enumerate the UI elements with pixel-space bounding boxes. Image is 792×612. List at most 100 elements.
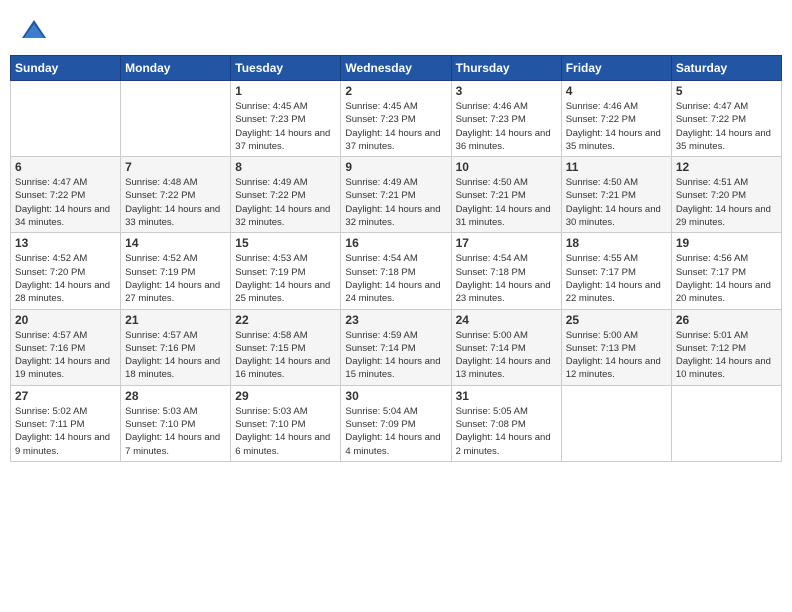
calendar-cell: 23 Sunrise: 4:59 AMSunset: 7:14 PMDayligh… [341, 309, 451, 385]
calendar-week-row: 20 Sunrise: 4:57 AMSunset: 7:16 PMDayligh… [11, 309, 782, 385]
calendar-cell: 20 Sunrise: 4:57 AMSunset: 7:16 PMDayligh… [11, 309, 121, 385]
day-info: Sunrise: 4:46 AMSunset: 7:22 PMDaylight:… [566, 100, 667, 153]
calendar-weekday-friday: Friday [561, 56, 671, 81]
day-number: 30 [345, 389, 446, 403]
calendar-cell: 22 Sunrise: 4:58 AMSunset: 7:15 PMDayligh… [231, 309, 341, 385]
day-number: 12 [676, 160, 777, 174]
day-number: 6 [15, 160, 116, 174]
day-number: 21 [125, 313, 226, 327]
day-number: 25 [566, 313, 667, 327]
day-number: 8 [235, 160, 336, 174]
day-number: 16 [345, 236, 446, 250]
day-number: 10 [456, 160, 557, 174]
day-info: Sunrise: 5:00 AMSunset: 7:14 PMDaylight:… [456, 329, 557, 382]
calendar-weekday-monday: Monday [121, 56, 231, 81]
day-number: 26 [676, 313, 777, 327]
day-info: Sunrise: 4:50 AMSunset: 7:21 PMDaylight:… [566, 176, 667, 229]
calendar-cell: 14 Sunrise: 4:52 AMSunset: 7:19 PMDayligh… [121, 233, 231, 309]
day-info: Sunrise: 5:00 AMSunset: 7:13 PMDaylight:… [566, 329, 667, 382]
day-info: Sunrise: 5:05 AMSunset: 7:08 PMDaylight:… [456, 405, 557, 458]
day-info: Sunrise: 4:47 AMSunset: 7:22 PMDaylight:… [676, 100, 777, 153]
day-number: 20 [15, 313, 116, 327]
day-number: 29 [235, 389, 336, 403]
day-number: 14 [125, 236, 226, 250]
calendar-weekday-sunday: Sunday [11, 56, 121, 81]
calendar-cell: 17 Sunrise: 4:54 AMSunset: 7:18 PMDayligh… [451, 233, 561, 309]
day-info: Sunrise: 4:52 AMSunset: 7:19 PMDaylight:… [125, 252, 226, 305]
calendar-cell: 27Sunrise: 5:02 AMSunset: 7:11 PMDayligh… [11, 385, 121, 461]
day-info: Sunrise: 4:50 AMSunset: 7:21 PMDaylight:… [456, 176, 557, 229]
calendar-weekday-saturday: Saturday [671, 56, 781, 81]
day-info: Sunrise: 5:01 AMSunset: 7:12 PMDaylight:… [676, 329, 777, 382]
day-number: 11 [566, 160, 667, 174]
day-number: 15 [235, 236, 336, 250]
calendar-header-row: SundayMondayTuesdayWednesdayThursdayFrid… [11, 56, 782, 81]
calendar-cell: 13Sunrise: 4:52 AMSunset: 7:20 PMDayligh… [11, 233, 121, 309]
day-info: Sunrise: 4:47 AMSunset: 7:22 PMDaylight:… [15, 176, 116, 229]
day-info: Sunrise: 4:45 AMSunset: 7:23 PMDaylight:… [345, 100, 446, 153]
day-number: 5 [676, 84, 777, 98]
calendar-cell: 2 Sunrise: 4:45 AMSunset: 7:23 PMDaylight… [341, 81, 451, 157]
day-info: Sunrise: 4:45 AMSunset: 7:23 PMDaylight:… [235, 100, 336, 153]
day-number: 3 [456, 84, 557, 98]
calendar-cell: 30 Sunrise: 5:04 AMSunset: 7:09 PMDayligh… [341, 385, 451, 461]
calendar-cell: 3 Sunrise: 4:46 AMSunset: 7:23 PMDaylight… [451, 81, 561, 157]
calendar-cell: 5 Sunrise: 4:47 AMSunset: 7:22 PMDaylight… [671, 81, 781, 157]
calendar-cell: 18 Sunrise: 4:55 AMSunset: 7:17 PMDayligh… [561, 233, 671, 309]
day-number: 22 [235, 313, 336, 327]
calendar-cell: 6 Sunrise: 4:47 AMSunset: 7:22 PMDaylight… [11, 157, 121, 233]
calendar-cell: 26 Sunrise: 5:01 AMSunset: 7:12 PMDayligh… [671, 309, 781, 385]
calendar-cell: 29 Sunrise: 5:03 AMSunset: 7:10 PMDayligh… [231, 385, 341, 461]
calendar-cell: 15Sunrise: 4:53 AMSunset: 7:19 PMDayligh… [231, 233, 341, 309]
calendar-cell [671, 385, 781, 461]
logo-icon [20, 18, 48, 46]
calendar-cell: 28 Sunrise: 5:03 AMSunset: 7:10 PMDayligh… [121, 385, 231, 461]
day-info: Sunrise: 5:03 AMSunset: 7:10 PMDaylight:… [125, 405, 226, 458]
calendar-cell [121, 81, 231, 157]
day-number: 4 [566, 84, 667, 98]
calendar-week-row: 1 Sunrise: 4:45 AMSunset: 7:23 PMDaylight… [11, 81, 782, 157]
calendar-cell: 10 Sunrise: 4:50 AMSunset: 7:21 PMDayligh… [451, 157, 561, 233]
day-number: 2 [345, 84, 446, 98]
calendar-cell: 11 Sunrise: 4:50 AMSunset: 7:21 PMDayligh… [561, 157, 671, 233]
day-number: 31 [456, 389, 557, 403]
day-info: Sunrise: 4:49 AMSunset: 7:21 PMDaylight:… [345, 176, 446, 229]
calendar-cell [561, 385, 671, 461]
day-number: 9 [345, 160, 446, 174]
calendar-cell: 31 Sunrise: 5:05 AMSunset: 7:08 PMDayligh… [451, 385, 561, 461]
day-number: 19 [676, 236, 777, 250]
day-number: 13 [15, 236, 116, 250]
day-number: 27 [15, 389, 116, 403]
calendar-week-row: 13Sunrise: 4:52 AMSunset: 7:20 PMDayligh… [11, 233, 782, 309]
day-info: Sunrise: 4:59 AMSunset: 7:14 PMDaylight:… [345, 329, 446, 382]
day-number: 17 [456, 236, 557, 250]
day-number: 28 [125, 389, 226, 403]
day-number: 24 [456, 313, 557, 327]
calendar-cell: 12Sunrise: 4:51 AMSunset: 7:20 PMDayligh… [671, 157, 781, 233]
day-number: 1 [235, 84, 336, 98]
day-info: Sunrise: 4:46 AMSunset: 7:23 PMDaylight:… [456, 100, 557, 153]
logo [20, 18, 52, 46]
day-number: 18 [566, 236, 667, 250]
calendar-cell: 1 Sunrise: 4:45 AMSunset: 7:23 PMDaylight… [231, 81, 341, 157]
day-number: 23 [345, 313, 446, 327]
day-number: 7 [125, 160, 226, 174]
day-info: Sunrise: 4:48 AMSunset: 7:22 PMDaylight:… [125, 176, 226, 229]
day-info: Sunrise: 4:55 AMSunset: 7:17 PMDaylight:… [566, 252, 667, 305]
day-info: Sunrise: 5:04 AMSunset: 7:09 PMDaylight:… [345, 405, 446, 458]
page-header [10, 10, 782, 51]
day-info: Sunrise: 4:57 AMSunset: 7:16 PMDaylight:… [125, 329, 226, 382]
calendar-week-row: 27Sunrise: 5:02 AMSunset: 7:11 PMDayligh… [11, 385, 782, 461]
calendar-cell [11, 81, 121, 157]
day-info: Sunrise: 5:03 AMSunset: 7:10 PMDaylight:… [235, 405, 336, 458]
calendar-cell: 25 Sunrise: 5:00 AMSunset: 7:13 PMDayligh… [561, 309, 671, 385]
day-info: Sunrise: 4:56 AMSunset: 7:17 PMDaylight:… [676, 252, 777, 305]
day-info: Sunrise: 4:54 AMSunset: 7:18 PMDaylight:… [456, 252, 557, 305]
calendar-cell: 8Sunrise: 4:49 AMSunset: 7:22 PMDaylight… [231, 157, 341, 233]
calendar-cell: 21 Sunrise: 4:57 AMSunset: 7:16 PMDayligh… [121, 309, 231, 385]
day-info: Sunrise: 4:57 AMSunset: 7:16 PMDaylight:… [15, 329, 116, 382]
day-info: Sunrise: 4:58 AMSunset: 7:15 PMDaylight:… [235, 329, 336, 382]
calendar-cell: 24 Sunrise: 5:00 AMSunset: 7:14 PMDayligh… [451, 309, 561, 385]
day-info: Sunrise: 4:54 AMSunset: 7:18 PMDaylight:… [345, 252, 446, 305]
calendar-weekday-thursday: Thursday [451, 56, 561, 81]
